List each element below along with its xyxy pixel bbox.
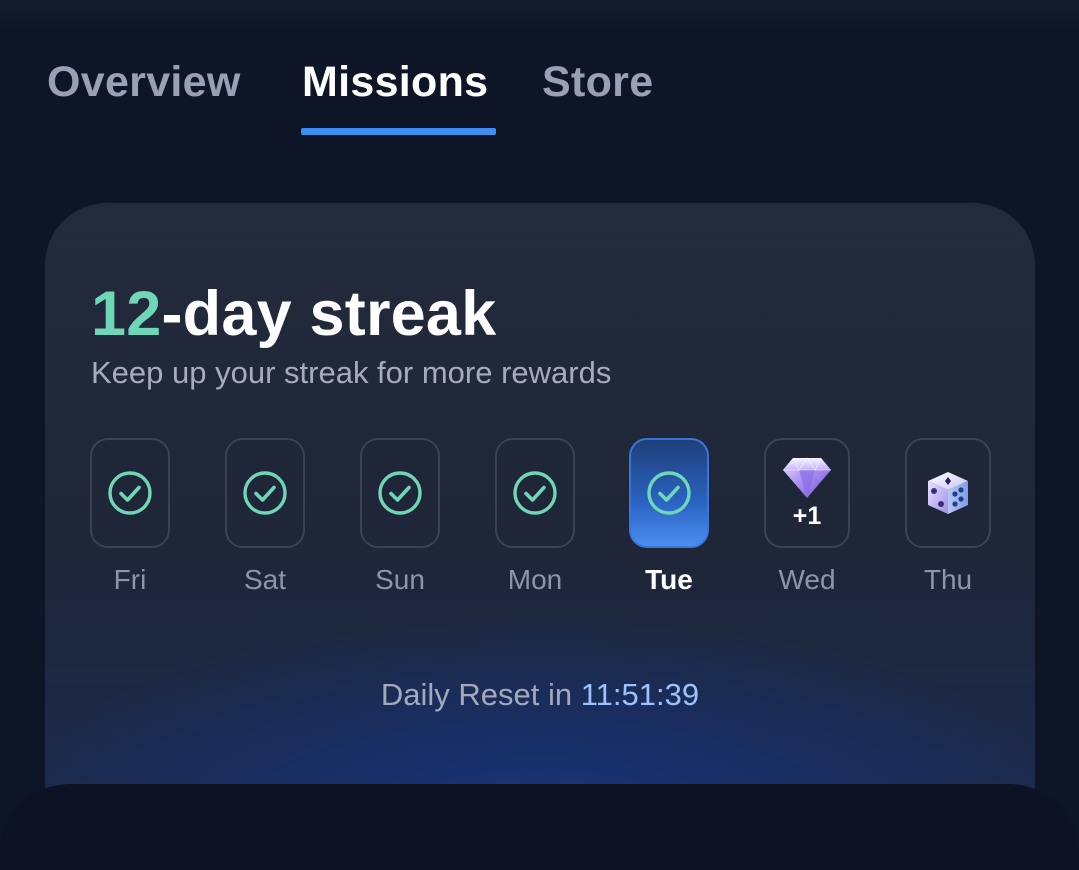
diamond-icon	[783, 456, 831, 498]
day-box	[360, 438, 440, 548]
check-circle-icon	[108, 471, 152, 515]
check-circle-icon	[243, 471, 287, 515]
reset-label: Daily Reset in	[380, 677, 581, 712]
day-label: Fri	[113, 564, 147, 595]
tab-missions[interactable]: Missions	[302, 58, 488, 107]
reward-amount: +1	[792, 501, 822, 530]
day-label: Sat	[243, 564, 287, 595]
day-box	[495, 438, 575, 548]
streak-card: 12-day streak Keep up your streak for mo…	[45, 203, 1035, 843]
check-circle-icon	[513, 471, 557, 515]
day-mon: Mon	[495, 438, 575, 596]
day-label: Mon	[507, 564, 563, 595]
tab-overview[interactable]: Overview	[47, 58, 241, 107]
day-box	[90, 438, 170, 548]
streak-subtitle: Keep up your streak for more rewards	[91, 355, 612, 390]
bottom-sheet	[0, 784, 1079, 870]
dice-icon	[928, 472, 968, 514]
active-tab-indicator	[301, 128, 496, 135]
day-label: Sun	[375, 564, 425, 595]
streak-title-suffix: -day streak	[161, 279, 497, 349]
day-label-current: Tue	[645, 564, 693, 595]
day-box	[905, 438, 991, 548]
day-label: Thu	[923, 564, 973, 595]
day-tue: Tue	[629, 438, 709, 596]
day-label: Wed	[778, 564, 836, 595]
day-fri: Fri	[90, 438, 170, 596]
missions-screen: Overview Missions Store 12-day streak Ke…	[0, 0, 1079, 870]
tab-store[interactable]: Store	[542, 58, 653, 107]
reset-timer: 11:51:39	[580, 677, 700, 712]
streak-title: 12-day streak	[91, 278, 496, 350]
check-circle-icon	[378, 471, 422, 515]
day-sat: Sat	[225, 438, 305, 596]
day-box: +1	[764, 438, 850, 548]
daily-reset: Daily Reset in 11:51:39	[45, 677, 1035, 713]
day-thu: Thu	[905, 438, 991, 596]
day-sun: Sun	[360, 438, 440, 596]
check-circle-icon	[647, 471, 691, 515]
day-box-current	[629, 438, 709, 548]
day-box	[225, 438, 305, 548]
tab-bar: Overview Missions Store	[0, 0, 1079, 140]
day-wed: +1 Wed	[764, 438, 850, 596]
streak-count: 12	[91, 279, 162, 349]
